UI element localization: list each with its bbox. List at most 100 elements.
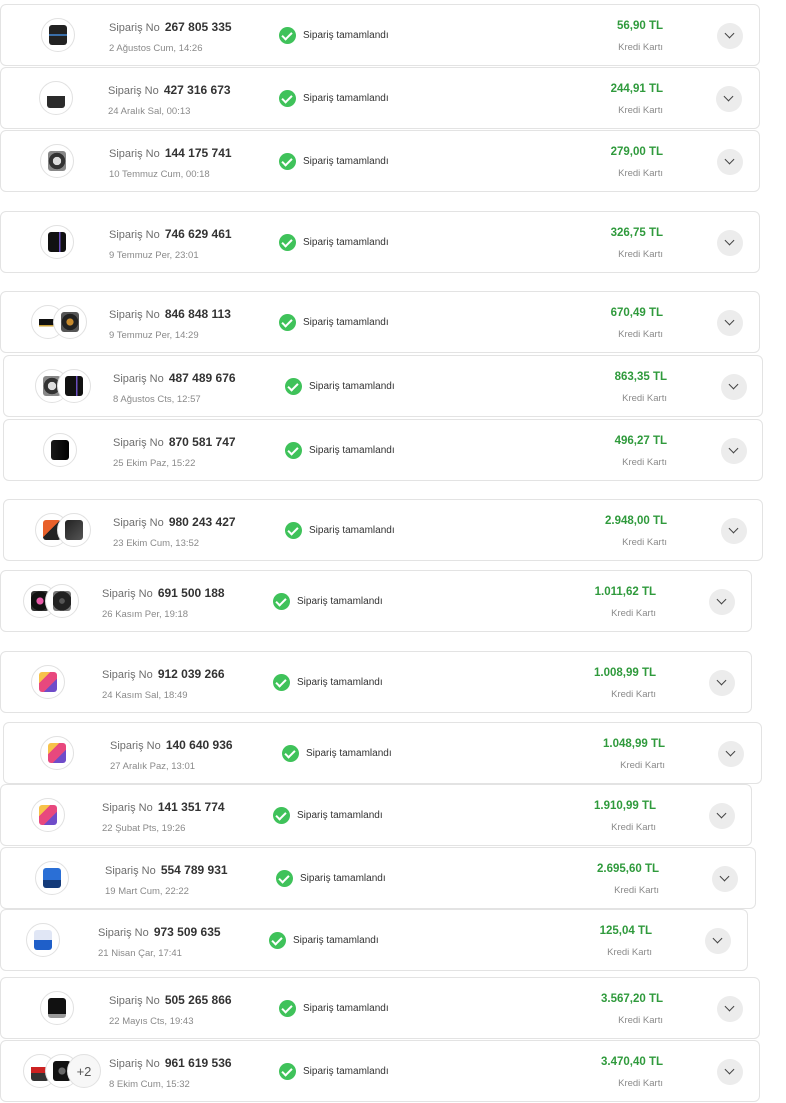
order-card[interactable]: Sipariş No 487 489 676 8 Ağustos Cts, 12:… <box>3 355 763 417</box>
order-number-value: 870 581 747 <box>168 435 236 449</box>
order-date: 23 Ekim Cum, 13:52 <box>113 538 200 549</box>
order-price: 3.567,20 TL <box>600 993 663 1005</box>
order-price: 125,04 TL <box>599 925 652 937</box>
order-card[interactable]: Sipariş No 846 848 113 9 Temmuz Per, 14:2… <box>0 291 760 353</box>
order-number: Sipariş No 427 316 673 <box>108 83 231 97</box>
chevron-down-icon[interactable] <box>717 23 743 49</box>
order-card[interactable]: Sipariş No 140 640 936 27 Aralık Paz, 13:… <box>3 722 762 784</box>
check-circle-icon <box>279 1063 296 1080</box>
chevron-down-icon[interactable] <box>709 803 735 829</box>
chevron-down-icon[interactable] <box>716 86 742 112</box>
check-circle-icon <box>279 153 296 170</box>
order-date: 22 Şubat Pts, 19:26 <box>102 823 186 834</box>
order-card[interactable]: Sipariş No 691 500 188 26 Kasım Per, 19:1… <box>0 570 752 632</box>
order-date: 24 Kasım Sal, 18:49 <box>102 690 188 701</box>
chevron-down-icon[interactable] <box>717 310 743 336</box>
order-card[interactable]: Sipariş No 141 351 774 22 Şubat Pts, 19:2… <box>0 784 752 846</box>
order-card[interactable]: Sipariş No 267 805 335 2 Ağustos Cum, 14:… <box>0 4 760 66</box>
chevron-down-icon[interactable] <box>709 670 735 696</box>
product-thumbnail-tablet <box>31 665 65 699</box>
order-status-label: Sipariş tamamlandı <box>297 677 383 688</box>
hard-drive-image <box>48 151 66 171</box>
chevron-down-icon[interactable] <box>717 230 743 256</box>
chevron-down-icon[interactable] <box>721 518 747 544</box>
product-thumbnail-hard-drive <box>40 144 74 178</box>
order-card[interactable]: Sipariş No 980 243 427 23 Ekim Cum, 13:52… <box>3 499 763 561</box>
order-status-label: Sipariş tamamlandı <box>303 156 389 167</box>
order-card[interactable]: Sipariş No 912 039 266 24 Kasım Sal, 18:4… <box>0 651 752 713</box>
product-thumbnail-router <box>39 81 73 115</box>
product-thumbnail-tablet <box>40 736 74 770</box>
chevron-down-icon[interactable] <box>721 438 747 464</box>
order-price: 279,00 TL <box>610 146 663 158</box>
order-status: Sipariş tamamlandı <box>285 522 395 539</box>
chevron-down-icon[interactable] <box>712 866 738 892</box>
order-date: 26 Kasım Per, 19:18 <box>102 609 189 620</box>
chevron-down-icon[interactable] <box>718 741 744 767</box>
tablet-image <box>39 672 57 692</box>
product-thumbnail-pc-case <box>40 225 74 259</box>
payment-method: Kredi Kartı <box>614 885 659 896</box>
order-number-value: 505 265 866 <box>164 993 232 1007</box>
order-number: Sipariş No 141 351 774 <box>102 800 225 814</box>
order-price: 2.695,60 TL <box>596 863 659 875</box>
order-card[interactable]: Sipariş No 554 789 931 19 Mart Cum, 22:22… <box>0 847 756 909</box>
order-number-label: Sipariş No <box>113 373 164 385</box>
order-status: Sipariş tamamlandı <box>273 807 383 824</box>
order-number-label: Sipariş No <box>113 437 164 449</box>
order-status: Sipariş tamamlandı <box>279 90 389 107</box>
order-status: Sipariş tamamlandı <box>273 674 383 691</box>
order-card[interactable]: Sipariş No 870 581 747 25 Ekim Paz, 15:22… <box>3 419 763 481</box>
router-image <box>47 88 65 108</box>
order-status: Sipariş tamamlandı <box>285 442 395 459</box>
order-number-value: 973 509 635 <box>153 925 221 939</box>
chevron-down-icon[interactable] <box>717 149 743 175</box>
check-circle-icon <box>285 442 302 459</box>
order-status-label: Sipariş tamamlandı <box>303 237 389 248</box>
check-circle-icon <box>282 745 299 762</box>
order-status-label: Sipariş tamamlandı <box>293 935 379 946</box>
order-number: Sipariş No 846 848 113 <box>109 307 231 321</box>
product-thumbnails <box>1 292 91 354</box>
order-date: 9 Temmuz Per, 14:29 <box>109 330 199 341</box>
order-status-label: Sipariş tamamlandı <box>303 1066 389 1077</box>
chevron-down-icon[interactable] <box>721 374 747 400</box>
order-card[interactable]: +2 Sipariş No 961 619 536 8 Ekim Cum, 15:3… <box>0 1040 760 1102</box>
order-price: 1.910,99 TL <box>593 800 656 812</box>
order-price: 1.008,99 TL <box>593 667 656 679</box>
order-number-value: 427 316 673 <box>163 83 231 97</box>
order-card[interactable]: Sipariş No 505 265 866 22 Mayıs Cts, 19:4… <box>0 977 760 1039</box>
order-status: Sipariş tamamlandı <box>285 378 395 395</box>
more-products-count: +2 <box>67 1054 101 1088</box>
order-number: Sipariş No 961 619 536 <box>109 1056 232 1070</box>
chevron-down-icon[interactable] <box>709 589 735 615</box>
order-card[interactable]: Sipariş No 746 629 461 9 Temmuz Per, 23:0… <box>0 211 760 273</box>
order-date: 9 Temmuz Per, 23:01 <box>109 250 199 261</box>
order-status-label: Sipariş tamamlandı <box>306 748 392 759</box>
order-card[interactable]: Sipariş No 427 316 673 24 Aralık Sal, 00:… <box>0 67 760 129</box>
payment-method: Kredi Kartı <box>622 457 667 468</box>
chevron-down-icon[interactable] <box>717 1059 743 1085</box>
order-price: 496,27 TL <box>614 435 667 447</box>
order-number: Sipariş No 912 039 266 <box>102 667 225 681</box>
product-thumbnail-pc-case <box>57 369 91 403</box>
order-number-value: 912 039 266 <box>157 667 225 681</box>
product-thumbnails <box>1 910 91 972</box>
order-status-label: Sipariş tamamlandı <box>303 30 389 41</box>
order-price: 326,75 TL <box>610 227 663 239</box>
payment-method: Kredi Kartı <box>618 249 663 260</box>
product-thumbnails <box>1 652 91 714</box>
chevron-down-icon[interactable] <box>705 928 731 954</box>
motherboard-image <box>65 520 83 540</box>
check-circle-icon <box>273 674 290 691</box>
product-thumbnails <box>1 68 91 130</box>
chevron-down-icon[interactable] <box>717 996 743 1022</box>
check-circle-icon <box>269 932 286 949</box>
product-thumbnail-black-gpu <box>41 18 75 52</box>
order-card[interactable]: Sipariş No 973 509 635 21 Nisan Çar, 17:4… <box>0 909 748 971</box>
monitor-image <box>48 998 66 1018</box>
order-date: 27 Aralık Paz, 13:01 <box>110 761 196 772</box>
product-thumbnails <box>1 131 91 193</box>
order-card[interactable]: Sipariş No 144 175 741 10 Temmuz Cum, 00:… <box>0 130 760 192</box>
check-circle-icon <box>273 593 290 610</box>
